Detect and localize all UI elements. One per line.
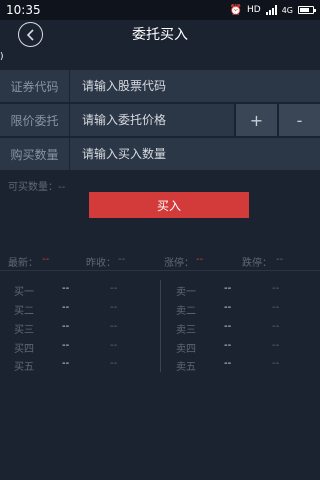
sub-mark: ): [0, 52, 4, 62]
ask-price: --: [224, 340, 232, 351]
ask-row: 卖四 -- --: [176, 340, 316, 356]
network-4g-icon: 4G: [281, 5, 293, 15]
buy-quantity-label: 购买数量: [0, 138, 70, 170]
ask-volume: --: [272, 283, 280, 294]
prev-close-value: --: [118, 254, 126, 265]
stock-code-label: 证券代码: [0, 70, 70, 102]
limit-price-input[interactable]: [70, 104, 234, 136]
ask-price: --: [224, 321, 232, 332]
latest-value: --: [42, 254, 50, 265]
bid-volume: --: [110, 283, 118, 294]
back-button[interactable]: [18, 22, 43, 47]
bid-price: --: [62, 340, 70, 351]
ask-price: --: [224, 283, 232, 294]
ask-volume: --: [272, 302, 280, 313]
status-time: 10:35: [6, 3, 41, 17]
bid-row: 买二 -- --: [14, 302, 154, 318]
ask-label: 卖五: [176, 362, 196, 373]
prev-close-label: 昨收：: [86, 258, 116, 269]
ask-label: 卖四: [176, 344, 196, 355]
available-quantity: 可买数量：--: [8, 182, 66, 193]
ask-volume: --: [272, 321, 280, 332]
header: 委托买入: [0, 20, 320, 48]
bid-volume: --: [110, 302, 118, 313]
ask-price: --: [224, 302, 232, 313]
buy-quantity-row: 购买数量: [0, 138, 320, 171]
buy-quantity-input[interactable]: [70, 138, 320, 170]
page-title: 委托买入: [132, 27, 188, 43]
battery-icon: [298, 6, 316, 14]
signal-icon: [265, 5, 277, 15]
price-plus-button[interactable]: +: [234, 104, 277, 136]
bid-price: --: [62, 358, 70, 369]
bid-label: 买四: [14, 344, 34, 355]
bid-row: 买三 -- --: [14, 321, 154, 337]
hd-icon: HD: [247, 5, 261, 15]
ask-volume: --: [272, 340, 280, 351]
stock-code-input[interactable]: [70, 70, 320, 102]
bid-row: 买五 -- --: [14, 358, 154, 374]
limit-up-value: --: [196, 254, 204, 265]
latest-label: 最新：: [8, 258, 38, 269]
ask-label: 卖三: [176, 325, 196, 336]
buy-button[interactable]: 买入: [89, 192, 249, 218]
bid-label: 买五: [14, 362, 34, 373]
ask-row: 卖一 -- --: [176, 283, 316, 299]
quote-summary: 最新： -- 昨收： -- 涨停： -- 跌停： --: [0, 254, 320, 269]
bid-price: --: [62, 302, 70, 313]
status-icons: ⏰ HD 4G: [229, 4, 316, 16]
status-bar: 10:35 ⏰ HD 4G: [0, 0, 320, 20]
quote-divider: [0, 270, 320, 271]
chevron-left-icon: [26, 28, 34, 41]
bid-volume: --: [110, 358, 118, 369]
ask-row: 卖三 -- --: [176, 321, 316, 337]
ask-label: 卖一: [176, 287, 196, 298]
bid-price: --: [62, 283, 70, 294]
limit-up-label: 涨停：: [164, 258, 194, 269]
order-book-divider: [160, 280, 161, 372]
bid-row: 买一 -- --: [14, 283, 154, 299]
limit-price-label: 限价委托: [0, 104, 70, 136]
ask-label: 卖二: [176, 306, 196, 317]
ask-volume: --: [272, 358, 280, 369]
ask-price: --: [224, 358, 232, 369]
limit-price-row: 限价委托 + -: [0, 104, 320, 137]
limit-down-value: --: [276, 254, 284, 265]
bid-label: 买一: [14, 287, 34, 298]
stock-code-row: 证券代码: [0, 70, 320, 103]
alarm-icon: ⏰: [229, 4, 242, 16]
price-minus-button[interactable]: -: [277, 104, 320, 136]
bid-price: --: [62, 321, 70, 332]
bid-label: 买二: [14, 306, 34, 317]
bid-label: 买三: [14, 325, 34, 336]
ask-row: 卖五 -- --: [176, 358, 316, 374]
bid-volume: --: [110, 321, 118, 332]
bid-row: 买四 -- --: [14, 340, 154, 356]
limit-down-label: 跌停：: [242, 258, 272, 269]
ask-row: 卖二 -- --: [176, 302, 316, 318]
bid-volume: --: [110, 340, 118, 351]
